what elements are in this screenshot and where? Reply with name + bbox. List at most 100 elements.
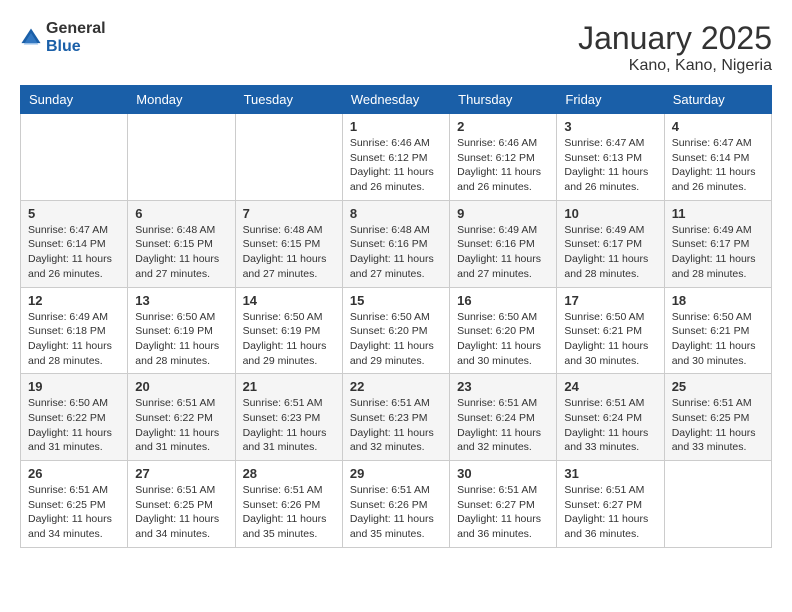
day-number: 6 bbox=[135, 206, 227, 221]
day-number: 26 bbox=[28, 466, 120, 481]
day-number: 25 bbox=[672, 379, 764, 394]
day-number: 31 bbox=[564, 466, 656, 481]
calendar-cell: 23 Sunrise: 6:51 AM Sunset: 6:24 PM Dayli… bbox=[450, 374, 557, 461]
calendar-cell: 6 Sunrise: 6:48 AM Sunset: 6:15 PM Daylig… bbox=[128, 200, 235, 287]
calendar-cell bbox=[235, 114, 342, 201]
calendar-cell: 26 Sunrise: 6:51 AM Sunset: 6:25 PM Dayli… bbox=[21, 461, 128, 548]
calendar-cell: 30Sunrise: 6:51 AM Sunset: 6:27 PM Dayli… bbox=[450, 461, 557, 548]
month-title: January 2025 bbox=[578, 20, 772, 57]
day-info: Sunrise: 6:47 AM Sunset: 6:14 PM Dayligh… bbox=[672, 136, 764, 195]
day-number: 7 bbox=[243, 206, 335, 221]
calendar-cell: 12 Sunrise: 6:49 AM Sunset: 6:18 PM Dayli… bbox=[21, 287, 128, 374]
calendar-cell: 21 Sunrise: 6:51 AM Sunset: 6:23 PM Dayli… bbox=[235, 374, 342, 461]
day-number: 20 bbox=[135, 379, 227, 394]
day-number: 15 bbox=[350, 293, 442, 308]
calendar-cell: 13 Sunrise: 6:50 AM Sunset: 6:19 PM Dayli… bbox=[128, 287, 235, 374]
day-info: Sunrise: 6:50 AM Sunset: 6:21 PM Dayligh… bbox=[564, 310, 656, 369]
calendar-cell: 11 Sunrise: 6:49 AM Sunset: 6:17 PM Dayli… bbox=[664, 200, 771, 287]
day-number: 1 bbox=[350, 119, 442, 134]
calendar-cell: 7Sunrise: 6:48 AM Sunset: 6:15 PM Daylig… bbox=[235, 200, 342, 287]
day-info: Sunrise: 6:51 AM Sunset: 6:26 PM Dayligh… bbox=[243, 483, 335, 542]
calendar-week-row: 5Sunrise: 6:47 AM Sunset: 6:14 PM Daylig… bbox=[21, 200, 772, 287]
weekday-header-wednesday: Wednesday bbox=[342, 86, 449, 114]
day-number: 4 bbox=[672, 119, 764, 134]
day-number: 27 bbox=[135, 466, 227, 481]
calendar-week-row: 1 Sunrise: 6:46 AM Sunset: 6:12 PM Daylig… bbox=[21, 114, 772, 201]
day-info: Sunrise: 6:50 AM Sunset: 6:20 PM Dayligh… bbox=[457, 310, 549, 369]
weekday-header-friday: Friday bbox=[557, 86, 664, 114]
day-number: 9 bbox=[457, 206, 549, 221]
calendar-cell bbox=[664, 461, 771, 548]
day-info: Sunrise: 6:49 AM Sunset: 6:18 PM Dayligh… bbox=[28, 310, 120, 369]
day-number: 24 bbox=[564, 379, 656, 394]
title-block: January 2025 Kano, Kano, Nigeria bbox=[578, 20, 772, 75]
day-number: 16 bbox=[457, 293, 549, 308]
day-number: 5 bbox=[28, 206, 120, 221]
day-info: Sunrise: 6:51 AM Sunset: 6:25 PM Dayligh… bbox=[135, 483, 227, 542]
calendar-week-row: 19Sunrise: 6:50 AM Sunset: 6:22 PM Dayli… bbox=[21, 374, 772, 461]
calendar-cell: 8 Sunrise: 6:48 AM Sunset: 6:16 PM Daylig… bbox=[342, 200, 449, 287]
weekday-header-sunday: Sunday bbox=[21, 86, 128, 114]
calendar-cell: 10Sunrise: 6:49 AM Sunset: 6:17 PM Dayli… bbox=[557, 200, 664, 287]
day-number: 28 bbox=[243, 466, 335, 481]
day-number: 3 bbox=[564, 119, 656, 134]
calendar-cell: 1 Sunrise: 6:46 AM Sunset: 6:12 PM Daylig… bbox=[342, 114, 449, 201]
weekday-header-tuesday: Tuesday bbox=[235, 86, 342, 114]
calendar-cell: 22 Sunrise: 6:51 AM Sunset: 6:23 PM Dayli… bbox=[342, 374, 449, 461]
calendar-week-row: 26 Sunrise: 6:51 AM Sunset: 6:25 PM Dayli… bbox=[21, 461, 772, 548]
day-number: 29 bbox=[350, 466, 442, 481]
day-number: 12 bbox=[28, 293, 120, 308]
day-number: 30 bbox=[457, 466, 549, 481]
day-number: 21 bbox=[243, 379, 335, 394]
day-info: Sunrise: 6:46 AM Sunset: 6:12 PM Dayligh… bbox=[350, 136, 442, 195]
calendar-cell: 27 Sunrise: 6:51 AM Sunset: 6:25 PM Dayli… bbox=[128, 461, 235, 548]
day-info: Sunrise: 6:49 AM Sunset: 6:16 PM Dayligh… bbox=[457, 223, 549, 282]
day-info: Sunrise: 6:51 AM Sunset: 6:23 PM Dayligh… bbox=[350, 396, 442, 455]
day-number: 22 bbox=[350, 379, 442, 394]
day-info: Sunrise: 6:48 AM Sunset: 6:16 PM Dayligh… bbox=[350, 223, 442, 282]
calendar-cell bbox=[128, 114, 235, 201]
calendar-cell: 28 Sunrise: 6:51 AM Sunset: 6:26 PM Dayli… bbox=[235, 461, 342, 548]
day-info: Sunrise: 6:48 AM Sunset: 6:15 PM Dayligh… bbox=[135, 223, 227, 282]
day-number: 2 bbox=[457, 119, 549, 134]
day-number: 14 bbox=[243, 293, 335, 308]
calendar-cell: 18Sunrise: 6:50 AM Sunset: 6:21 PM Dayli… bbox=[664, 287, 771, 374]
calendar-cell: 19Sunrise: 6:50 AM Sunset: 6:22 PM Dayli… bbox=[21, 374, 128, 461]
day-info: Sunrise: 6:51 AM Sunset: 6:24 PM Dayligh… bbox=[457, 396, 549, 455]
day-info: Sunrise: 6:51 AM Sunset: 6:27 PM Dayligh… bbox=[564, 483, 656, 542]
day-info: Sunrise: 6:50 AM Sunset: 6:19 PM Dayligh… bbox=[243, 310, 335, 369]
calendar-cell: 2 Sunrise: 6:46 AM Sunset: 6:12 PM Daylig… bbox=[450, 114, 557, 201]
page-header: General Blue January 2025 Kano, Kano, Ni… bbox=[20, 20, 772, 75]
calendar-cell: 16 Sunrise: 6:50 AM Sunset: 6:20 PM Dayli… bbox=[450, 287, 557, 374]
weekday-header-saturday: Saturday bbox=[664, 86, 771, 114]
calendar-cell: 25Sunrise: 6:51 AM Sunset: 6:25 PM Dayli… bbox=[664, 374, 771, 461]
day-info: Sunrise: 6:50 AM Sunset: 6:19 PM Dayligh… bbox=[135, 310, 227, 369]
day-info: Sunrise: 6:49 AM Sunset: 6:17 PM Dayligh… bbox=[672, 223, 764, 282]
day-info: Sunrise: 6:51 AM Sunset: 6:25 PM Dayligh… bbox=[28, 483, 120, 542]
calendar-cell: 15Sunrise: 6:50 AM Sunset: 6:20 PM Dayli… bbox=[342, 287, 449, 374]
calendar-cell: 20Sunrise: 6:51 AM Sunset: 6:22 PM Dayli… bbox=[128, 374, 235, 461]
day-number: 13 bbox=[135, 293, 227, 308]
day-number: 11 bbox=[672, 206, 764, 221]
calendar-table: SundayMondayTuesdayWednesdayThursdayFrid… bbox=[20, 85, 772, 548]
logo-general-text: General bbox=[46, 20, 106, 38]
weekday-header-row: SundayMondayTuesdayWednesdayThursdayFrid… bbox=[21, 86, 772, 114]
day-number: 17 bbox=[564, 293, 656, 308]
logo-blue-text: Blue bbox=[46, 38, 106, 56]
calendar-cell: 24Sunrise: 6:51 AM Sunset: 6:24 PM Dayli… bbox=[557, 374, 664, 461]
calendar-cell: 31 Sunrise: 6:51 AM Sunset: 6:27 PM Dayli… bbox=[557, 461, 664, 548]
location-title: Kano, Kano, Nigeria bbox=[578, 57, 772, 75]
day-info: Sunrise: 6:51 AM Sunset: 6:26 PM Dayligh… bbox=[350, 483, 442, 542]
calendar-cell: 3Sunrise: 6:47 AM Sunset: 6:13 PM Daylig… bbox=[557, 114, 664, 201]
weekday-header-thursday: Thursday bbox=[450, 86, 557, 114]
logo-icon bbox=[20, 27, 42, 49]
day-info: Sunrise: 6:49 AM Sunset: 6:17 PM Dayligh… bbox=[564, 223, 656, 282]
day-info: Sunrise: 6:51 AM Sunset: 6:23 PM Dayligh… bbox=[243, 396, 335, 455]
calendar-week-row: 12 Sunrise: 6:49 AM Sunset: 6:18 PM Dayli… bbox=[21, 287, 772, 374]
day-number: 23 bbox=[457, 379, 549, 394]
day-info: Sunrise: 6:46 AM Sunset: 6:12 PM Dayligh… bbox=[457, 136, 549, 195]
calendar-cell: 4 Sunrise: 6:47 AM Sunset: 6:14 PM Daylig… bbox=[664, 114, 771, 201]
calendar-cell: 9 Sunrise: 6:49 AM Sunset: 6:16 PM Daylig… bbox=[450, 200, 557, 287]
day-info: Sunrise: 6:50 AM Sunset: 6:22 PM Dayligh… bbox=[28, 396, 120, 455]
day-number: 8 bbox=[350, 206, 442, 221]
